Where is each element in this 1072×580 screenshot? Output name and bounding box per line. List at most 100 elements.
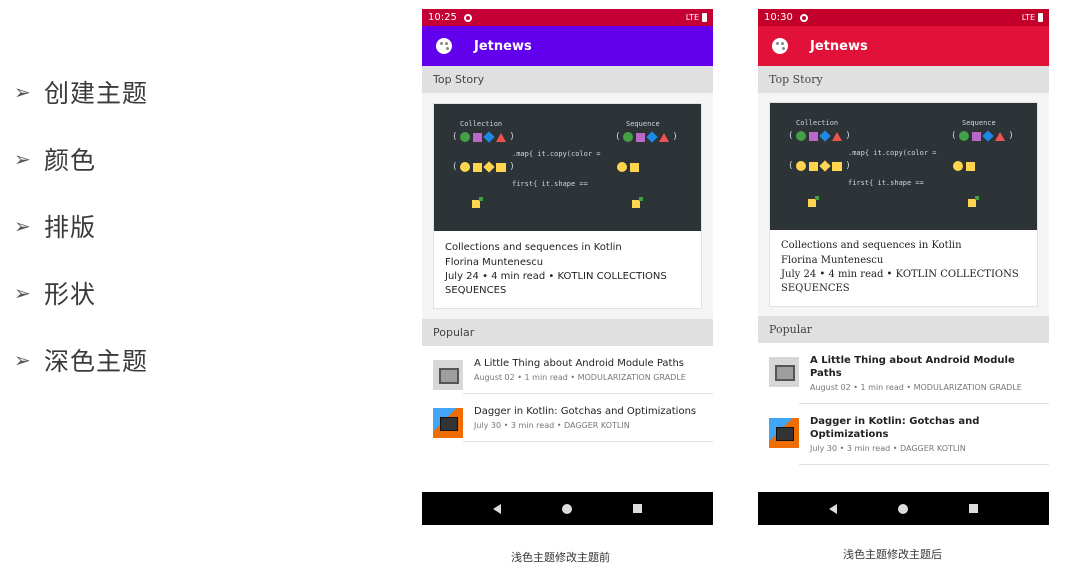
phone-screenshot-after: 10:30 LTE Jetnews Top Story Collection S… bbox=[758, 9, 1049, 525]
home-icon[interactable] bbox=[897, 503, 908, 514]
article-title: Dagger in Kotlin: Gotchas and Optimizati… bbox=[474, 406, 697, 417]
bullet-item: ➢ 排版 bbox=[14, 192, 314, 259]
code-illustration: Collection Sequence () () .map{ it.copy(… bbox=[770, 103, 1037, 230]
signal-label: LTE bbox=[685, 13, 699, 22]
code-first: first{ it.shape == bbox=[512, 180, 588, 188]
code-illustration: Collection Sequence () () .map{ it.copy(… bbox=[434, 104, 701, 231]
home-icon[interactable] bbox=[561, 503, 572, 514]
status-bar: 10:25 LTE bbox=[422, 9, 713, 26]
card-author: Florina Muntenescu bbox=[781, 255, 884, 266]
arrow-bullet-icon: ➢ bbox=[14, 146, 31, 171]
palette-icon[interactable] bbox=[772, 38, 788, 54]
article-meta: July 30 • 3 min read • DAGGER KOTLIN bbox=[474, 421, 630, 430]
arrow-bullet-icon: ➢ bbox=[14, 79, 31, 104]
code-first: first{ it.shape == bbox=[848, 179, 924, 187]
arrow-bullet-icon: ➢ bbox=[14, 213, 31, 238]
illustration-label-collection: Collection bbox=[460, 120, 503, 128]
card-meta: July 24 • 4 min read • KOTLIN COLLECTION… bbox=[445, 271, 667, 296]
bullet-item: ➢ 深色主题 bbox=[14, 326, 314, 393]
article-meta: July 30 • 3 min read • DAGGER KOTLIN bbox=[810, 444, 966, 453]
bullet-item: ➢ 颜色 bbox=[14, 125, 314, 192]
status-time: 10:30 bbox=[764, 12, 793, 23]
bullet-text: 深色主题 bbox=[44, 346, 149, 376]
popular-list: A Little Thing about Android Module Path… bbox=[758, 343, 1049, 465]
bullet-text: 形状 bbox=[44, 279, 97, 309]
illustration-label-collection: Collection bbox=[796, 119, 839, 127]
app-bar: Jetnews bbox=[422, 26, 713, 66]
section-header-top-story: Top Story bbox=[758, 66, 1049, 93]
back-icon[interactable] bbox=[828, 503, 837, 514]
palette-icon[interactable] bbox=[436, 38, 452, 54]
android-nav-bar bbox=[422, 492, 713, 525]
bullet-text: 排版 bbox=[44, 212, 97, 242]
battery-icon bbox=[702, 13, 707, 22]
bullet-text: 颜色 bbox=[44, 145, 97, 175]
article-title: A Little Thing about Android Module Path… bbox=[474, 358, 684, 369]
app-bar: Jetnews bbox=[758, 26, 1049, 66]
arrow-bullet-icon: ➢ bbox=[14, 280, 31, 305]
list-item[interactable]: A Little Thing about Android Module Path… bbox=[758, 343, 1049, 404]
arrow-bullet-icon: ➢ bbox=[14, 347, 31, 372]
code-map: .map{ it.copy(color = bbox=[512, 150, 601, 158]
top-story-area: Collection Sequence () () .map{ it.copy(… bbox=[758, 93, 1049, 316]
card-title: Collections and sequences in Kotlin bbox=[445, 242, 622, 253]
bullet-list: ➢ 创建主题 ➢ 颜色 ➢ 排版 ➢ 形状 ➢ 深色主题 bbox=[14, 58, 314, 393]
settings-gear-icon bbox=[799, 13, 808, 22]
illustration-label-sequence: Sequence bbox=[962, 119, 996, 127]
shape-row: () bbox=[452, 161, 515, 173]
status-bar: 10:30 LTE bbox=[758, 9, 1049, 26]
result-square bbox=[808, 196, 819, 207]
article-thumbnail bbox=[433, 360, 463, 390]
caption-after: 浅色主题修改主题后 bbox=[843, 548, 942, 561]
list-item[interactable]: A Little Thing about Android Module Path… bbox=[422, 346, 713, 394]
recents-icon[interactable] bbox=[633, 504, 643, 513]
card-meta: July 24 • 4 min read • KOTLIN COLLECTION… bbox=[781, 269, 1019, 294]
shape-row: () bbox=[452, 131, 515, 143]
shape-row: () bbox=[788, 160, 851, 172]
card-title: Collections and sequences in Kotlin bbox=[781, 240, 962, 251]
shape-row bbox=[953, 161, 975, 171]
article-thumbnail bbox=[769, 357, 799, 387]
phone-screenshot-before: 10:25 LTE Jetnews Top Story Collection S… bbox=[422, 9, 713, 525]
article-thumbnail bbox=[769, 418, 799, 448]
list-item[interactable]: Dagger in Kotlin: Gotchas and Optimizati… bbox=[758, 404, 1049, 465]
list-item[interactable]: Dagger in Kotlin: Gotchas and Optimizati… bbox=[422, 394, 713, 442]
app-title: Jetnews bbox=[810, 38, 868, 54]
android-nav-bar bbox=[758, 492, 1049, 525]
section-header-top-story: Top Story bbox=[422, 66, 713, 93]
signal-label: LTE bbox=[1021, 13, 1035, 22]
illustration-label-sequence: Sequence bbox=[626, 120, 660, 128]
code-map: .map{ it.copy(color = bbox=[848, 149, 937, 157]
shape-row: () bbox=[951, 130, 1014, 142]
caption-before: 浅色主题修改主题前 bbox=[511, 551, 610, 564]
bullet-item: ➢ 形状 bbox=[14, 259, 314, 326]
status-time: 10:25 bbox=[428, 12, 457, 23]
top-story-card[interactable]: Collection Sequence () () .map{ it.copy(… bbox=[433, 103, 702, 309]
result-square bbox=[632, 197, 643, 208]
section-header-popular: Popular bbox=[758, 316, 1049, 343]
battery-icon bbox=[1038, 13, 1043, 22]
app-title: Jetnews bbox=[474, 38, 532, 54]
top-story-card[interactable]: Collection Sequence () () .map{ it.copy(… bbox=[769, 102, 1038, 307]
card-author: Florina Muntenescu bbox=[445, 257, 544, 268]
article-meta: August 02 • 1 min read • MODULARIZATION … bbox=[810, 383, 1022, 392]
card-body: Collections and sequences in Kotlin Flor… bbox=[434, 231, 701, 308]
article-title: A Little Thing about Android Module Path… bbox=[810, 355, 1015, 379]
article-title: Dagger in Kotlin: Gotchas and Optimizati… bbox=[810, 416, 980, 440]
article-thumbnail bbox=[433, 408, 463, 438]
card-body: Collections and sequences in Kotlin Flor… bbox=[770, 230, 1037, 306]
top-story-area: Collection Sequence () () .map{ it.copy(… bbox=[422, 93, 713, 319]
section-header-popular: Popular bbox=[422, 319, 713, 346]
settings-gear-icon bbox=[463, 13, 472, 22]
back-icon[interactable] bbox=[492, 503, 501, 514]
shape-row bbox=[617, 162, 639, 172]
bullet-text: 创建主题 bbox=[44, 78, 149, 108]
shape-row: () bbox=[615, 131, 678, 143]
article-meta: August 02 • 1 min read • MODULARIZATION … bbox=[474, 373, 686, 382]
popular-list: A Little Thing about Android Module Path… bbox=[422, 346, 713, 442]
recents-icon[interactable] bbox=[969, 504, 979, 513]
result-square bbox=[968, 196, 979, 207]
bullet-item: ➢ 创建主题 bbox=[14, 58, 314, 125]
result-square bbox=[472, 197, 483, 208]
shape-row: () bbox=[788, 130, 851, 142]
